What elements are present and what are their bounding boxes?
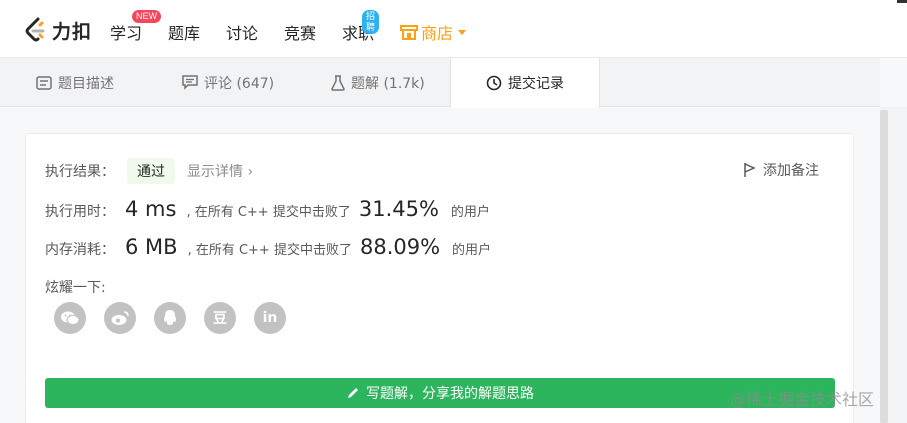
memory-label: 内存消耗： xyxy=(45,242,115,258)
add-note-button[interactable]: 添加备注 xyxy=(743,160,819,180)
memory-percent: 88.09% xyxy=(359,235,441,259)
flag-icon xyxy=(744,163,756,177)
comment-icon xyxy=(182,75,198,90)
runtime-compare-text: , 在所有 C++ 提交中击败了 xyxy=(186,205,351,220)
nav-problems[interactable]: 题库 xyxy=(168,20,200,44)
nav-problems-label: 题库 xyxy=(168,24,201,43)
share-label: 炫耀一下: xyxy=(45,280,106,296)
chevron-down-icon xyxy=(458,29,467,35)
description-icon xyxy=(36,75,52,90)
runtime-value: 4 ms xyxy=(125,197,177,221)
show-details-link[interactable]: 显示详情 › xyxy=(187,161,253,181)
status-badge: 通过 xyxy=(127,158,175,184)
tab-solutions-label: 题解 (1.7k) xyxy=(351,75,425,92)
nav-learn-label: 学习 xyxy=(110,24,143,43)
pencil-icon xyxy=(348,388,358,398)
shop-icon xyxy=(400,25,418,40)
tab-submissions[interactable]: 提交记录 xyxy=(450,58,600,108)
nav-discuss[interactable]: 讨论 xyxy=(226,20,258,44)
leetcode-logo-icon xyxy=(25,17,45,42)
nav-contest-label: 竞赛 xyxy=(284,24,317,43)
runtime-row: 执行用时： 4 ms , 在所有 C++ 提交中击败了 31.45% 的用户 xyxy=(45,197,490,221)
tab-bar: 题目描述 评论 (647) 题解 (1.7k) 提交记录 xyxy=(0,58,880,108)
nav-contest[interactable]: 竞赛 xyxy=(284,20,316,44)
nav-shop-label: 商店 xyxy=(421,24,454,43)
clock-icon xyxy=(486,75,502,91)
memory-row: 内存消耗： 6 MB , 在所有 C++ 提交中击败了 88.09% 的用户 xyxy=(45,235,491,259)
runtime-label: 执行用时： xyxy=(45,204,115,220)
wechat-icon[interactable] xyxy=(54,302,86,334)
scrollbar-thumb[interactable] xyxy=(880,110,888,423)
brand-name: 力扣 xyxy=(52,20,93,43)
job-badge: 招聘 xyxy=(362,10,380,34)
memory-value: 6 MB xyxy=(125,235,178,259)
add-note-label: 添加备注 xyxy=(763,163,819,179)
memory-compare-text: , 在所有 C++ 提交中击败了 xyxy=(187,243,352,258)
qq-icon[interactable] xyxy=(154,302,186,334)
nav-discuss-label: 讨论 xyxy=(226,24,259,43)
share-label-row: 炫耀一下: xyxy=(45,277,106,297)
weibo-icon[interactable] xyxy=(104,302,136,334)
flask-icon xyxy=(331,74,345,91)
result-row: 执行结果： 通过 显示详情 › xyxy=(45,158,253,184)
linkedin-icon[interactable]: in xyxy=(254,302,286,334)
tab-comments-label: 评论 (647) xyxy=(204,75,275,92)
new-badge: NEW xyxy=(132,10,161,23)
linkedin-glyph: in xyxy=(262,310,278,326)
nav-jobs[interactable]: 求职 招聘 xyxy=(342,10,380,44)
watermark: @稀土掘金技术社区 xyxy=(730,390,875,409)
write-solution-label: 写题解，分享我的解题思路 xyxy=(366,386,534,402)
tab-comments[interactable]: 评论 (647) xyxy=(182,58,274,107)
share-icons: 豆 in xyxy=(54,302,304,334)
nav-shop[interactable]: 商店 xyxy=(400,20,467,44)
brand-logo[interactable]: 力扣 xyxy=(24,16,92,44)
write-solution-button[interactable]: 写题解，分享我的解题思路 xyxy=(45,378,835,408)
result-label: 执行结果： xyxy=(45,164,115,180)
top-navbar: 力扣 学习 NEW 题库 讨论 竞赛 求职 招聘 商店 xyxy=(0,0,907,58)
douban-icon[interactable]: 豆 xyxy=(204,302,236,334)
tab-submissions-label: 提交记录 xyxy=(508,76,564,92)
runtime-suffix: 的用户 xyxy=(450,205,490,220)
tab-description-label: 题目描述 xyxy=(58,75,114,92)
runtime-percent: 31.45% xyxy=(358,197,439,221)
tab-description[interactable]: 题目描述 xyxy=(36,58,114,107)
tab-solutions[interactable]: 题解 (1.7k) xyxy=(331,58,425,107)
submission-result-card: 执行结果： 通过 显示详情 › 添加备注 执行用时： 4 ms , 在所有 C+… xyxy=(25,133,854,423)
nav-learn[interactable]: 学习 NEW xyxy=(110,10,161,44)
window-edge xyxy=(897,0,907,3)
douban-glyph: 豆 xyxy=(213,311,227,327)
memory-suffix: 的用户 xyxy=(452,243,492,258)
